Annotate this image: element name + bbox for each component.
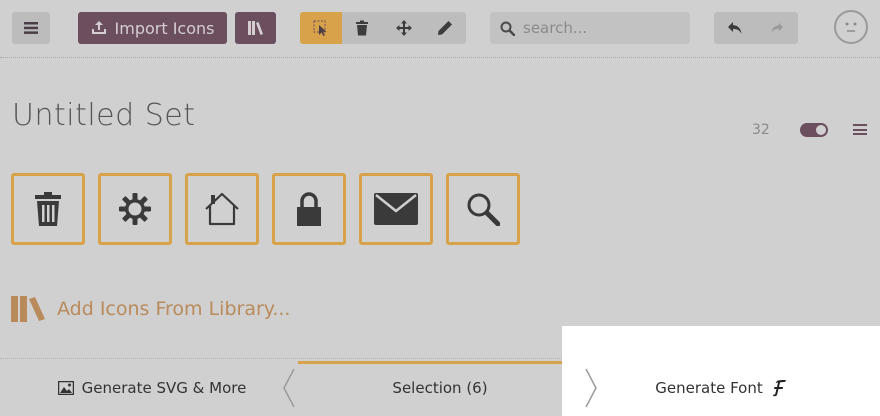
generate-svg-label: Generate SVG & More: [81, 379, 247, 397]
home-icon: [205, 192, 239, 226]
trash-icon: [35, 192, 61, 226]
library-icon: [247, 21, 263, 35]
library-button[interactable]: [235, 12, 276, 44]
icon-tile-gear[interactable]: [98, 173, 172, 245]
generate-font-label: Generate Font: [655, 379, 763, 397]
set-toggle[interactable]: [800, 123, 828, 137]
image-icon: [57, 381, 74, 395]
history-group: [714, 12, 798, 44]
tool-group: [300, 12, 466, 44]
upload-icon: [91, 21, 106, 34]
main-menu-button[interactable]: [12, 12, 50, 44]
undo-icon: [728, 22, 742, 34]
trash-icon: [356, 20, 369, 36]
icon-tile-search[interactable]: [446, 173, 520, 245]
chevron-left-icon: [283, 368, 295, 408]
cursor-select-icon: [313, 20, 327, 36]
icon-tile-lock[interactable]: [272, 173, 346, 245]
lock-icon: [297, 192, 321, 226]
pencil-icon: [438, 21, 453, 35]
font-icon: [772, 380, 786, 397]
menu-line: [853, 133, 867, 135]
generate-font-button[interactable]: Generate Font: [562, 326, 880, 416]
move-tool-button[interactable]: [383, 12, 425, 44]
set-menu-button[interactable]: [853, 124, 867, 135]
move-arrows-icon: [395, 20, 412, 36]
redo-icon: [771, 22, 783, 34]
icon-tile-envelope[interactable]: [359, 173, 433, 245]
menu-line: [853, 124, 867, 126]
envelope-icon: [374, 193, 418, 225]
add-icons-label: Add Icons From Library...: [57, 298, 291, 320]
search-input[interactable]: [523, 19, 673, 37]
gear-icon: [119, 193, 151, 225]
top-toolbar: Import Icons: [0, 0, 880, 58]
icon-grid: [11, 173, 520, 245]
generate-svg-button[interactable]: Generate SVG & More: [12, 360, 292, 416]
select-tool-button[interactable]: [300, 12, 342, 44]
menu-line: [853, 128, 867, 131]
delete-tool-button[interactable]: [342, 12, 384, 44]
icon-tile-home[interactable]: [185, 173, 259, 245]
icon-size-value: 32: [752, 122, 770, 138]
search-box: [490, 12, 690, 44]
chevron-right-icon: [585, 368, 597, 408]
undo-button[interactable]: [714, 12, 756, 44]
face-icon: [845, 22, 857, 32]
library-icon: [11, 296, 45, 322]
add-icons-from-library[interactable]: Add Icons From Library...: [11, 296, 290, 322]
selection-button[interactable]: Selection (6): [298, 360, 582, 416]
search-icon: [500, 21, 515, 36]
search-icon: [467, 193, 500, 226]
user-avatar[interactable]: [834, 10, 868, 44]
icon-tile-trash[interactable]: [11, 173, 85, 245]
import-icons-button[interactable]: Import Icons: [78, 12, 227, 44]
hamburger-icon: [24, 22, 38, 34]
set-title[interactable]: Untitled Set: [12, 98, 195, 133]
edit-tool-button[interactable]: [425, 12, 467, 44]
import-icons-label: Import Icons: [114, 18, 215, 38]
redo-button[interactable]: [756, 12, 798, 44]
selection-label: Selection (6): [392, 379, 488, 397]
